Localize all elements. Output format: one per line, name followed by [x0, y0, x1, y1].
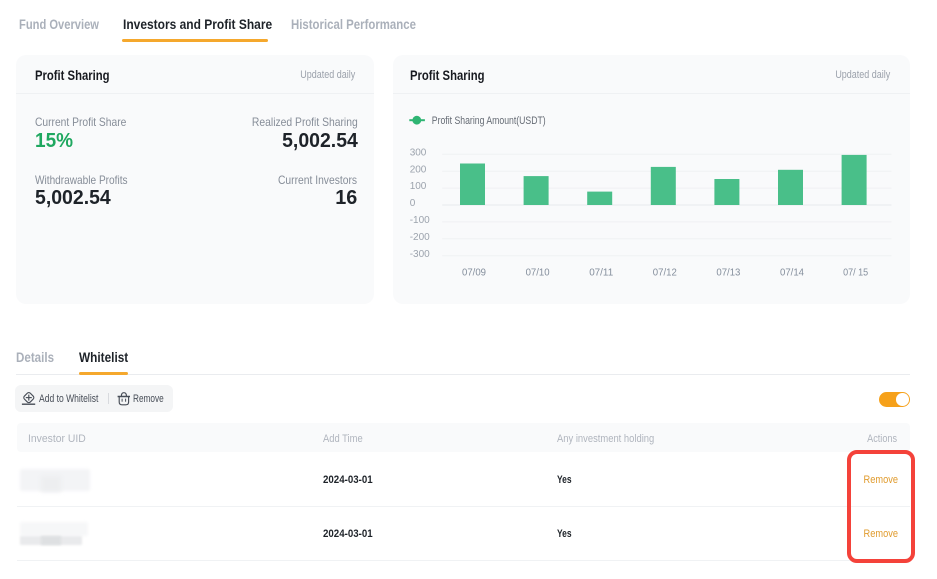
svg-text:-100: -100 [410, 215, 430, 226]
svg-text:100: 100 [410, 181, 427, 192]
svg-text:07/09: 07/09 [462, 267, 486, 279]
svg-text:Profit Sharing Amount(USDT): Profit Sharing Amount(USDT) [432, 115, 546, 127]
svg-text:07/14: 07/14 [780, 267, 804, 279]
svg-text:07/11: 07/11 [589, 267, 613, 279]
svg-text:07/ 15: 07/ 15 [843, 267, 868, 279]
svg-text:200: 200 [410, 164, 427, 175]
svg-text:07/13: 07/13 [716, 267, 740, 279]
svg-text:0: 0 [410, 198, 416, 209]
svg-text:-300: -300 [410, 249, 430, 260]
svg-text:07/10: 07/10 [526, 267, 550, 279]
svg-text:300: 300 [410, 147, 427, 158]
svg-text:07/12: 07/12 [653, 267, 677, 279]
svg-text:-200: -200 [410, 232, 430, 243]
